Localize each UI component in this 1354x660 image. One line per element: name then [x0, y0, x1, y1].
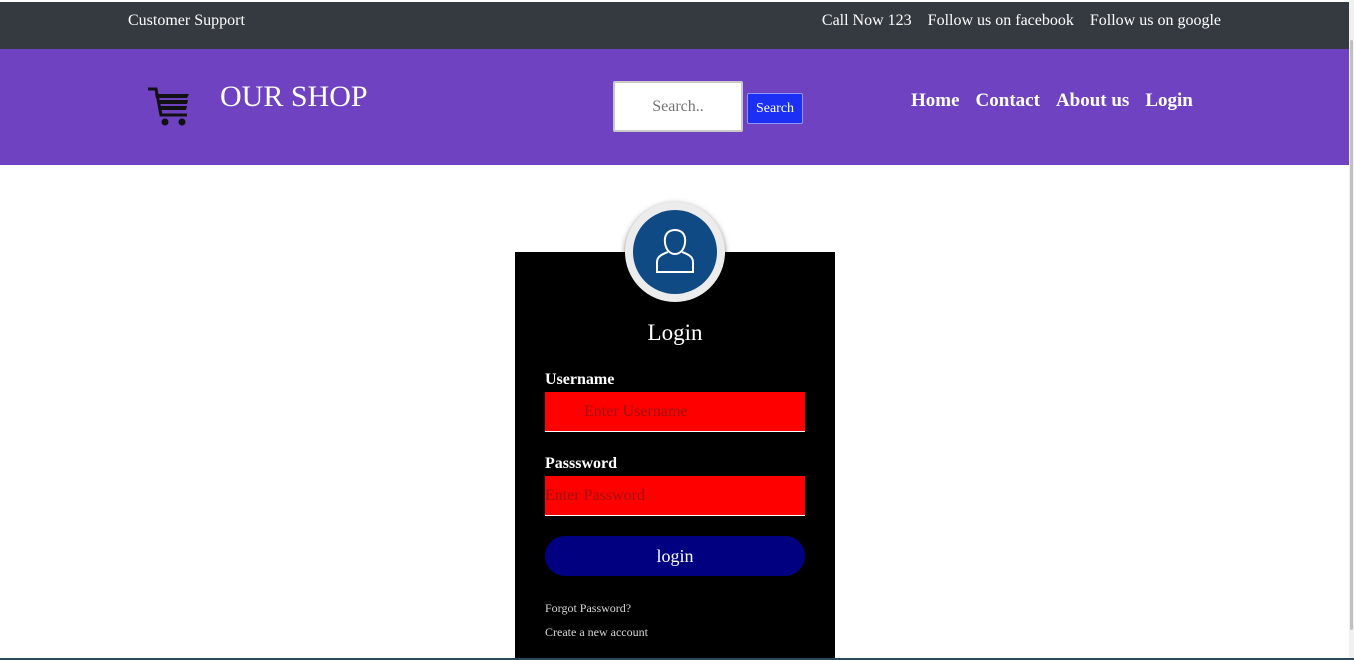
avatar-circle [633, 210, 717, 294]
call-now-link[interactable]: Call Now 123 [822, 12, 912, 30]
username-field[interactable] [545, 392, 805, 432]
nav-home[interactable]: Home [911, 90, 960, 112]
google-link[interactable]: Follow us on google [1090, 12, 1221, 30]
search-input[interactable] [613, 81, 743, 132]
top-bar-links: Call Now 123 Follow us on facebook Follo… [822, 12, 1221, 30]
password-field[interactable] [545, 476, 805, 516]
nav-about[interactable]: About us [1056, 90, 1129, 112]
nav-contact[interactable]: Contact [976, 90, 1040, 112]
main-nav: Home Contact About us Login [911, 90, 1193, 112]
facebook-link[interactable]: Follow us on facebook [928, 12, 1074, 30]
username-label: Username [545, 371, 615, 388]
nav-login[interactable]: Login [1145, 90, 1193, 112]
shopping-cart-icon[interactable] [147, 84, 193, 130]
search-button[interactable]: Search [747, 93, 803, 124]
user-icon [656, 228, 694, 273]
password-label: Passsword [545, 455, 618, 472]
customer-support-link[interactable]: Customer Support [128, 12, 245, 30]
scrollbar-thumb[interactable] [1350, 40, 1353, 630]
avatar [625, 202, 725, 302]
page: Customer Support Call Now 123 Follow us … [0, 0, 1354, 660]
top-bar: Customer Support Call Now 123 Follow us … [0, 2, 1349, 49]
create-account-link[interactable]: Create a new account [545, 625, 648, 640]
login-title: Login [647, 320, 703, 345]
login-button[interactable]: login [545, 536, 805, 576]
scrollbar[interactable] [1349, 0, 1354, 660]
brand-title[interactable]: OUR SHOP [220, 80, 368, 114]
forgot-password-link[interactable]: Forgot Password? [545, 601, 631, 616]
